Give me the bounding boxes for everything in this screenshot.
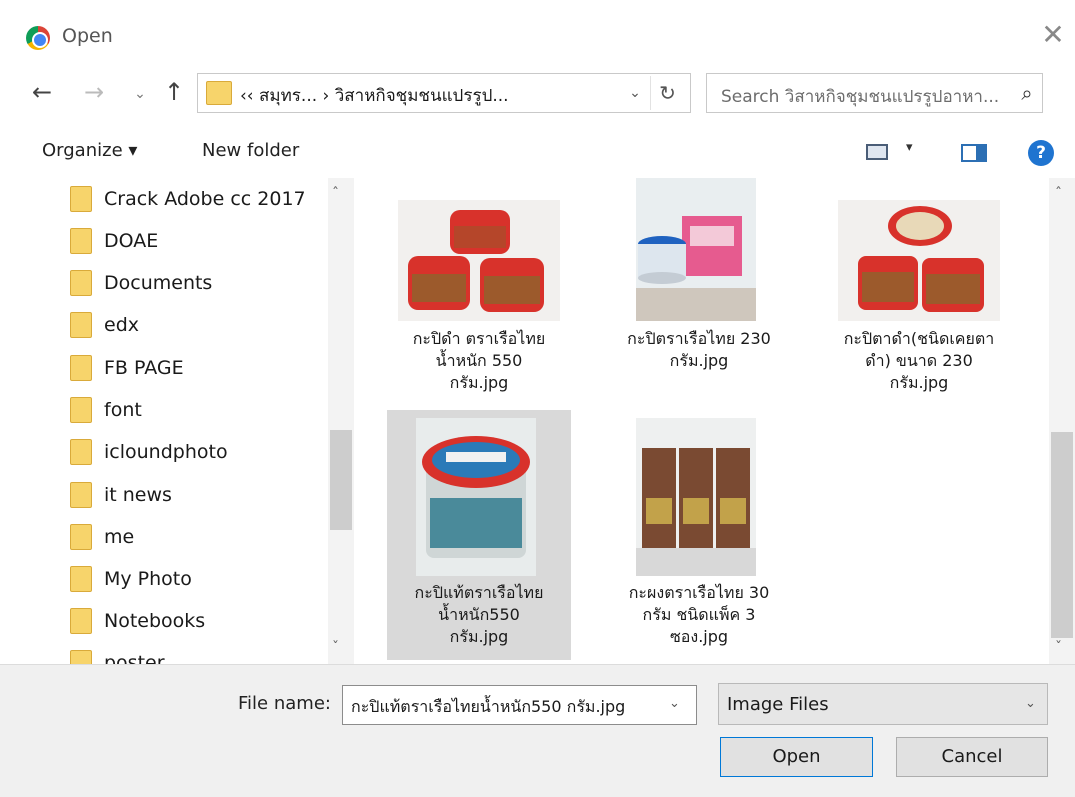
- close-icon[interactable]: ✕: [1036, 18, 1070, 52]
- file-type-select[interactable]: Image Files ⌄: [718, 683, 1048, 725]
- search-input[interactable]: Search วิสาหกิจชุมชนแปรรูปอาหา... ⌕: [706, 73, 1043, 113]
- chevron-down-icon[interactable]: ⌄: [669, 696, 680, 711]
- back-arrow-icon[interactable]: ←: [26, 76, 58, 108]
- nav-folder-item[interactable]: it news: [70, 480, 172, 510]
- nav-folder-item[interactable]: font: [70, 395, 142, 425]
- nav-folder-item[interactable]: edx: [70, 310, 139, 340]
- open-button[interactable]: Open: [720, 737, 873, 777]
- file-list-scrollbar[interactable]: ˆ ˇ: [1049, 178, 1075, 664]
- breadcrumb[interactable]: ‹‹ สมุทร... › วิสาหกิจชุมชนแปรรูป...: [240, 82, 509, 109]
- cancel-button[interactable]: Cancel: [896, 737, 1048, 777]
- folder-icon: [206, 81, 232, 105]
- organize-button[interactable]: Organize ▾: [42, 140, 137, 161]
- file-thumbnail: [838, 200, 1000, 321]
- file-name-label: กะปิแท้ตราเรือไทย น้ำหนัก550 กรัม.jpg: [414, 583, 544, 646]
- address-dropdown-chevron-icon[interactable]: ⌄: [622, 80, 648, 106]
- scroll-down-icon[interactable]: ˇ: [332, 640, 339, 656]
- folder-icon: [70, 397, 92, 423]
- file-thumbnail: [398, 200, 560, 321]
- folder-icon: [70, 650, 92, 664]
- file-type-value: Image Files: [727, 694, 829, 715]
- folder-icon: [70, 566, 92, 592]
- scroll-up-icon[interactable]: ˆ: [332, 186, 339, 202]
- new-folder-button[interactable]: New folder: [202, 140, 299, 161]
- folder-icon: [70, 439, 92, 465]
- up-arrow-icon[interactable]: ↑: [158, 76, 190, 108]
- chevron-down-icon[interactable]: ⌄: [1025, 696, 1036, 711]
- search-placeholder: Search วิสาหกิจชุมชนแปรรูปอาหา...: [721, 87, 1000, 107]
- help-icon[interactable]: ?: [1028, 140, 1054, 166]
- folder-icon: [70, 228, 92, 254]
- file-name-label: กะปิตราเรือไทย 230 กรัม.jpg: [627, 329, 771, 370]
- scroll-down-icon[interactable]: ˇ: [1055, 640, 1062, 656]
- file-item[interactable]: กะปิตาดำ(ชนิดเคยตา ดำ) ขนาด 230 กรัม.jpg: [827, 178, 1011, 428]
- file-list[interactable]: กะปิดำ ตราเรือไทย น้ำหนัก 550 กรัม.jpg กะป…: [357, 178, 1049, 664]
- recent-locations-chevron-icon[interactable]: ⌄: [124, 78, 156, 110]
- scrollbar-thumb[interactable]: [1051, 432, 1073, 638]
- search-icon[interactable]: ⌕: [1013, 78, 1041, 108]
- file-item[interactable]: กะปิดำ ตราเรือไทย น้ำหนัก 550 กรัม.jpg: [387, 178, 571, 428]
- folder-icon: [70, 482, 92, 508]
- nav-folder-item[interactable]: My Photo: [70, 564, 192, 594]
- file-name-field[interactable]: กะปิแท้ตราเรือไทยน้ำหนัก550 กรัม.jpg ⌄: [342, 685, 697, 725]
- title-bar: Open ✕: [0, 0, 1075, 68]
- file-name-label: File name:: [238, 693, 331, 714]
- nav-folder-item[interactable]: DOAE: [70, 226, 158, 256]
- file-item[interactable]: กะผงตราเรือไทย 30 กรัม ชนิดแพ็ค 3 ซอง.jpg: [607, 410, 791, 660]
- file-thumbnail: [636, 178, 756, 321]
- nav-folder-item[interactable]: me: [70, 522, 134, 552]
- nav-folder-item[interactable]: Notebooks: [70, 606, 205, 636]
- folder-icon: [70, 608, 92, 634]
- nav-folder-item[interactable]: poster: [70, 648, 165, 664]
- file-item[interactable]: กะปิแท้ตราเรือไทย น้ำหนัก550 กรัม.jpg: [387, 410, 571, 660]
- folder-icon: [70, 312, 92, 338]
- toolbar: Organize ▾ New folder ▾ ?: [0, 122, 1075, 178]
- file-thumbnail: [416, 418, 536, 576]
- view-options-chevron-icon[interactable]: ▾: [906, 140, 913, 155]
- nav-folder-item[interactable]: Documents: [70, 268, 212, 298]
- nav-folder-item[interactable]: FB PAGE: [70, 353, 184, 383]
- file-name-value[interactable]: กะปิแท้ตราเรือไทยน้ำหนัก550 กรัม.jpg: [351, 695, 625, 720]
- folder-icon: [70, 186, 92, 212]
- folder-icon: [70, 524, 92, 550]
- dialog-title: Open: [62, 25, 113, 47]
- file-name-label: กะปิตาดำ(ชนิดเคยตา ดำ) ขนาด 230 กรัม.jpg: [843, 329, 995, 392]
- file-name-label: กะผงตราเรือไทย 30 กรัม ชนิดแพ็ค 3 ซอง.jpg: [628, 583, 770, 646]
- chrome-icon: [26, 26, 50, 50]
- nav-folder-item[interactable]: Crack Adobe cc 2017: [70, 184, 306, 214]
- file-name-label: กะปิดำ ตราเรือไทย น้ำหนัก 550 กรัม.jpg: [412, 329, 546, 392]
- navigation-pane[interactable]: Crack Adobe cc 2017 DOAE Documents edx F…: [0, 178, 356, 664]
- scroll-up-icon[interactable]: ˆ: [1055, 186, 1062, 202]
- folder-icon: [70, 270, 92, 296]
- nav-pane-scrollbar[interactable]: ˆ ˇ: [328, 178, 354, 664]
- address-bar[interactable]: ‹‹ สมุทร... › วิสาหกิจชุมชนแปรรูป... ⌄ ↻: [197, 73, 691, 113]
- forward-arrow-icon[interactable]: →: [78, 76, 110, 108]
- scrollbar-thumb[interactable]: [330, 430, 352, 530]
- nav-folder-item[interactable]: icloundphoto: [70, 437, 228, 467]
- address-row: ← → ⌄ ↑ ‹‹ สมุทร... › วิสาหกิจชุมชนแปรรู…: [0, 68, 1075, 122]
- file-thumbnail: [636, 418, 756, 576]
- change-view-icon[interactable]: [866, 144, 888, 160]
- dialog-footer: File name: กะปิแท้ตราเรือไทยน้ำหนัก550 ก…: [0, 664, 1075, 797]
- preview-pane-icon[interactable]: [961, 144, 987, 162]
- refresh-icon[interactable]: ↻: [650, 76, 684, 110]
- folder-icon: [70, 355, 92, 381]
- file-item[interactable]: กะปิตราเรือไทย 230 กรัม.jpg: [607, 178, 791, 428]
